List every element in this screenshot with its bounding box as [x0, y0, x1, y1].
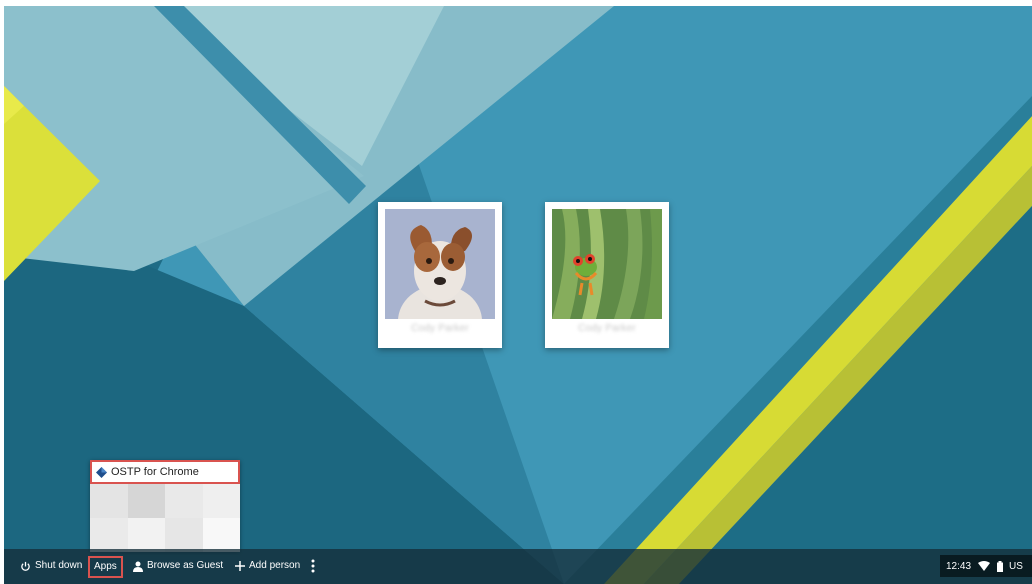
login-screen: Cody Parker Cody Parker OSTP for Chrome …: [4, 6, 1032, 584]
user-name: Cody Parker: [578, 323, 636, 334]
dog-avatar: [385, 209, 495, 319]
ostp-app-icon: [96, 466, 107, 478]
login-shelf: Shut down Apps Browse as Guest Add perso…: [4, 549, 1032, 584]
status-tray[interactable]: 12:43 US: [940, 555, 1032, 577]
more-vert-icon: [311, 559, 315, 573]
clock: 12:43: [946, 560, 972, 572]
cropped-caption: [0, 0, 1032, 6]
frog-avatar: [552, 209, 662, 319]
keyboard-layout: US: [1009, 560, 1023, 572]
menu-item-label: OSTP for Chrome: [111, 466, 199, 478]
power-icon: [21, 561, 30, 571]
blurred-apps-area: [90, 484, 240, 552]
user-name: Cody Parker: [411, 323, 469, 334]
menu-item-ostp-for-chrome[interactable]: OSTP for Chrome: [90, 460, 240, 484]
more-options-button[interactable]: [310, 555, 320, 577]
browse-as-guest-button[interactable]: Browse as Guest: [133, 555, 223, 577]
apps-menu: OSTP for Chrome: [90, 460, 240, 552]
apps-button[interactable]: Apps: [88, 556, 123, 578]
wifi-icon: [978, 561, 991, 571]
shutdown-label: Shut down: [35, 560, 83, 571]
shutdown-button[interactable]: Shut down: [20, 555, 82, 577]
plus-icon: [235, 561, 245, 571]
user-pod[interactable]: Cody Parker: [545, 202, 669, 348]
add-person-label: Add person: [249, 560, 301, 571]
add-person-button[interactable]: Add person: [235, 555, 300, 577]
apps-label: Apps: [94, 561, 117, 572]
battery-icon: [997, 560, 1004, 572]
user-pod[interactable]: Cody Parker: [378, 202, 502, 348]
person-icon: [133, 561, 143, 572]
browse-as-guest-label: Browse as Guest: [147, 560, 224, 571]
